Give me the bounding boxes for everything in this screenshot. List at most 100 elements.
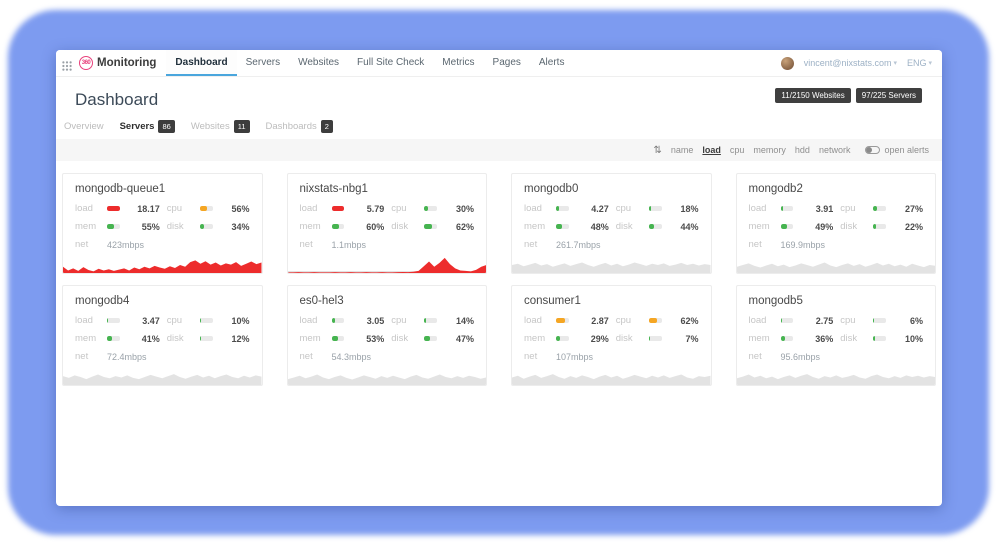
load-sparkline bbox=[288, 252, 487, 273]
load-value: 2.75 bbox=[800, 316, 833, 326]
language-menu[interactable]: ENG ▾ bbox=[907, 58, 932, 68]
subnav-item-label: Overview bbox=[64, 121, 104, 132]
mem-value: 41% bbox=[127, 334, 160, 344]
user-avatar[interactable] bbox=[781, 57, 794, 70]
nav-tab-dashboard[interactable]: Dashboard bbox=[166, 50, 236, 76]
server-name: consumer1 bbox=[512, 286, 711, 313]
nav-tab-metrics[interactable]: Metrics bbox=[433, 50, 483, 76]
disk-label: disk bbox=[391, 221, 417, 232]
server-card-mongodb-queue1[interactable]: mongodb-queue1 load 18.17 cpu 56% mem 55… bbox=[62, 173, 263, 274]
server-metrics: load 2.75 cpu 6% mem 36% disk 10% net 95… bbox=[737, 313, 936, 364]
nav-tab-full-site-check[interactable]: Full Site Check bbox=[348, 50, 433, 76]
websites-count-badge[interactable]: 11/2150 Websites bbox=[775, 88, 850, 103]
net-label: net bbox=[524, 239, 549, 250]
load-label: load bbox=[300, 203, 325, 214]
server-name: mongodb0 bbox=[512, 174, 711, 201]
cpu-bar bbox=[424, 318, 437, 323]
disk-bar bbox=[200, 224, 213, 229]
cpu-label: cpu bbox=[616, 315, 642, 326]
mem-value: 55% bbox=[127, 222, 160, 232]
app-window: 360 Monitoring DashboardServersWebsitesF… bbox=[56, 50, 942, 506]
load-label: load bbox=[75, 203, 100, 214]
server-card-mongodb4[interactable]: mongodb4 load 3.47 cpu 10% mem 41% disk … bbox=[62, 285, 263, 386]
load-value: 2.87 bbox=[576, 316, 609, 326]
nav-tab-servers[interactable]: Servers bbox=[237, 50, 289, 76]
user-email-label: vincent@nixstats.com bbox=[804, 58, 892, 68]
load-value: 18.17 bbox=[127, 204, 160, 214]
net-value: 1.1mbps bbox=[332, 240, 475, 250]
net-value: 95.6mbps bbox=[781, 352, 924, 362]
sort-by-load[interactable]: load bbox=[702, 145, 721, 155]
sort-by-name[interactable]: name bbox=[671, 145, 694, 155]
nav-tab-pages[interactable]: Pages bbox=[484, 50, 530, 76]
net-label: net bbox=[524, 351, 549, 362]
sort-by-memory[interactable]: memory bbox=[753, 145, 786, 155]
server-card-mongodb5[interactable]: mongodb5 load 2.75 cpu 6% mem 36% disk 1… bbox=[736, 285, 937, 386]
load-bar bbox=[332, 206, 345, 211]
load-value: 5.79 bbox=[351, 204, 384, 214]
sort-items: name loadcpu memory hdd network bbox=[671, 145, 851, 155]
disk-label: disk bbox=[167, 333, 193, 344]
cpu-value: 62% bbox=[669, 316, 699, 326]
net-value: 107mbps bbox=[556, 352, 699, 362]
cpu-bar bbox=[649, 206, 662, 211]
header-badges: 11/2150 Websites 97/225 Servers bbox=[775, 88, 922, 103]
load-value: 3.05 bbox=[351, 316, 384, 326]
disk-value: 22% bbox=[893, 222, 923, 232]
load-sparkline bbox=[63, 364, 262, 385]
sort-by-hdd[interactable]: hdd bbox=[795, 145, 810, 155]
stage: 360 Monitoring DashboardServersWebsitesF… bbox=[0, 0, 997, 543]
open-alerts-filter[interactable]: open alerts bbox=[859, 145, 929, 155]
server-card-mongodb0[interactable]: mongodb0 load 4.27 cpu 18% mem 48% disk … bbox=[511, 173, 712, 274]
server-name: es0-hel3 bbox=[288, 286, 487, 313]
load-value: 3.47 bbox=[127, 316, 160, 326]
logo[interactable]: 360 Monitoring bbox=[79, 56, 156, 70]
server-card-consumer1[interactable]: consumer1 load 2.87 cpu 62% mem 29% disk… bbox=[511, 285, 712, 386]
sort-by-network[interactable]: network bbox=[819, 145, 851, 155]
cpu-value: 18% bbox=[669, 204, 699, 214]
mem-label: mem bbox=[749, 221, 774, 232]
logo-360-icon: 360 bbox=[79, 56, 93, 70]
disk-bar bbox=[424, 336, 437, 341]
load-bar bbox=[332, 318, 345, 323]
server-card-es0-hel3[interactable]: es0-hel3 load 3.05 cpu 14% mem 53% disk … bbox=[287, 285, 488, 386]
disk-bar bbox=[873, 336, 886, 341]
subnav-item-label: Servers bbox=[120, 121, 155, 132]
mem-label: mem bbox=[749, 333, 774, 344]
sort-by-cpu[interactable]: cpu bbox=[730, 145, 745, 155]
load-bar bbox=[556, 206, 569, 211]
chevron-down-icon: ▾ bbox=[928, 59, 932, 67]
filter-bar: ⇅ nameloadcpumemoryhddnetwork open alert… bbox=[56, 139, 942, 161]
mem-value: 60% bbox=[351, 222, 384, 232]
disk-bar bbox=[424, 224, 437, 229]
load-bar bbox=[107, 318, 120, 323]
mem-label: mem bbox=[524, 333, 549, 344]
mem-bar bbox=[781, 336, 794, 341]
servers-count-badge[interactable]: 97/225 Servers bbox=[856, 88, 922, 103]
disk-label: disk bbox=[840, 333, 866, 344]
subnav-item-websites[interactable]: Websites11 bbox=[191, 120, 250, 133]
nav-tab-websites[interactable]: Websites bbox=[289, 50, 348, 76]
subnav-item-dashboards[interactable]: Dashboards2 bbox=[266, 120, 333, 133]
load-label: load bbox=[524, 315, 549, 326]
server-metrics: load 3.47 cpu 10% mem 41% disk 12% net 7… bbox=[63, 313, 262, 364]
net-value: 423mbps bbox=[107, 240, 250, 250]
mem-bar bbox=[556, 336, 569, 341]
disk-bar bbox=[649, 224, 662, 229]
net-label: net bbox=[749, 239, 774, 250]
mem-value: 36% bbox=[800, 334, 833, 344]
server-card-mongodb2[interactable]: mongodb2 load 3.91 cpu 27% mem 49% disk … bbox=[736, 173, 937, 274]
nav-tab-alerts[interactable]: Alerts bbox=[530, 50, 574, 76]
server-metrics: load 3.05 cpu 14% mem 53% disk 47% net 5… bbox=[288, 313, 487, 364]
server-metrics: load 18.17 cpu 56% mem 55% disk 34% net … bbox=[63, 201, 262, 252]
app-grid-icon[interactable] bbox=[62, 58, 72, 68]
cpu-bar bbox=[424, 206, 437, 211]
subnav-item-servers[interactable]: Servers86 bbox=[120, 120, 175, 133]
server-card-nixstats-nbg1[interactable]: nixstats-nbg1 load 5.79 cpu 30% mem 60% … bbox=[287, 173, 488, 274]
server-metrics: load 3.91 cpu 27% mem 49% disk 22% net 1… bbox=[737, 201, 936, 252]
subnav-item-overview[interactable]: Overview bbox=[64, 121, 104, 132]
disk-bar bbox=[873, 224, 886, 229]
user-menu[interactable]: vincent@nixstats.com ▾ bbox=[804, 58, 897, 68]
load-value: 3.91 bbox=[800, 204, 833, 214]
server-name: mongodb-queue1 bbox=[63, 174, 262, 201]
